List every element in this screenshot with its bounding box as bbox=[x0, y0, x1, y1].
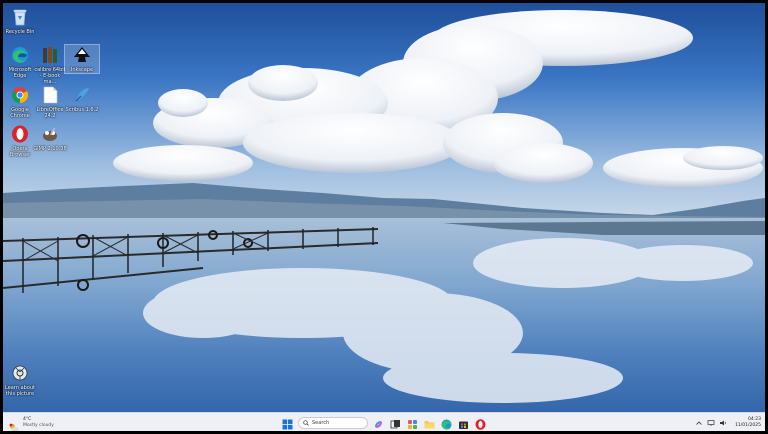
desktop-screen: Recycle Bin Microsoft Edge calibre 64bit… bbox=[3, 3, 765, 431]
copilot-icon bbox=[375, 421, 382, 428]
recycle-bin-icon bbox=[10, 7, 30, 27]
desktop-icon-microsoft-edge[interactable]: Microsoft Edge bbox=[3, 45, 37, 79]
desktop-icon-libreoffice[interactable]: LibreOffice 24.2 bbox=[33, 85, 67, 119]
desktop-icon-opera[interactable]: Opera Browser bbox=[3, 124, 37, 158]
calibre-icon bbox=[40, 45, 60, 65]
network-icon[interactable] bbox=[707, 419, 715, 427]
start-button[interactable] bbox=[281, 416, 294, 430]
taskbar-search-box[interactable]: Search bbox=[298, 416, 368, 429]
widgets-icon bbox=[408, 420, 417, 429]
volume-icon[interactable] bbox=[719, 419, 727, 427]
opera-icon bbox=[10, 124, 30, 144]
edge-icon bbox=[441, 419, 452, 430]
search-placeholder: Search bbox=[312, 419, 330, 426]
desktop-icon-recycle-bin[interactable]: Recycle Bin bbox=[3, 7, 37, 35]
desktop-wallpaper bbox=[3, 3, 765, 412]
desktop-icon-google-chrome[interactable]: Google Chrome bbox=[3, 85, 37, 119]
opera-taskbar-button[interactable] bbox=[474, 416, 487, 430]
copilot-button[interactable] bbox=[372, 416, 385, 429]
store-button[interactable] bbox=[457, 416, 470, 429]
task-view-button[interactable] bbox=[389, 416, 402, 429]
task-view-icon bbox=[390, 420, 400, 429]
clock-date: 11/01/2025 bbox=[735, 422, 761, 428]
desktop-icon-scribus[interactable]: Scribus 1.6.2 bbox=[65, 85, 99, 113]
inkscape-icon bbox=[72, 45, 92, 65]
edge-icon bbox=[10, 45, 30, 65]
taskbar-center: Search bbox=[281, 415, 487, 430]
edge-taskbar-button[interactable] bbox=[440, 416, 453, 430]
weather-condition: Mostly cloudy bbox=[23, 422, 54, 428]
weather-widget[interactable]: 4°C Mostly cloudy bbox=[9, 415, 54, 431]
chevron-up-icon[interactable] bbox=[695, 419, 703, 427]
file-explorer-button[interactable] bbox=[423, 416, 436, 429]
taskbar: 4°C Mostly cloudy Search 04:23 11/01/202… bbox=[3, 412, 765, 431]
cloudy-weather-icon bbox=[9, 418, 19, 431]
desktop-icon-inkscape[interactable]: Inkscape bbox=[64, 44, 100, 74]
windows-logo-icon bbox=[282, 419, 293, 430]
libreoffice-icon bbox=[40, 85, 60, 105]
folder-icon bbox=[424, 421, 435, 429]
scribus-icon bbox=[72, 85, 92, 105]
system-tray: 04:23 11/01/2025 bbox=[695, 415, 761, 430]
taskbar-clock[interactable]: 04:23 11/01/2025 bbox=[735, 417, 761, 428]
widgets-button[interactable] bbox=[406, 416, 419, 429]
desktop-icon-gimp[interactable]: GIMP 2.10.38 bbox=[33, 124, 67, 152]
desktop-icon-learn-about-picture[interactable]: Learn about this picture bbox=[3, 363, 37, 397]
camera-icon bbox=[10, 363, 30, 383]
opera-icon bbox=[475, 419, 486, 430]
desktop-icon-calibre[interactable]: calibre 64bit - E-book ma... bbox=[33, 45, 67, 85]
chrome-icon bbox=[10, 85, 30, 105]
search-icon bbox=[303, 419, 309, 426]
gimp-icon bbox=[40, 124, 60, 144]
store-icon bbox=[459, 421, 468, 429]
